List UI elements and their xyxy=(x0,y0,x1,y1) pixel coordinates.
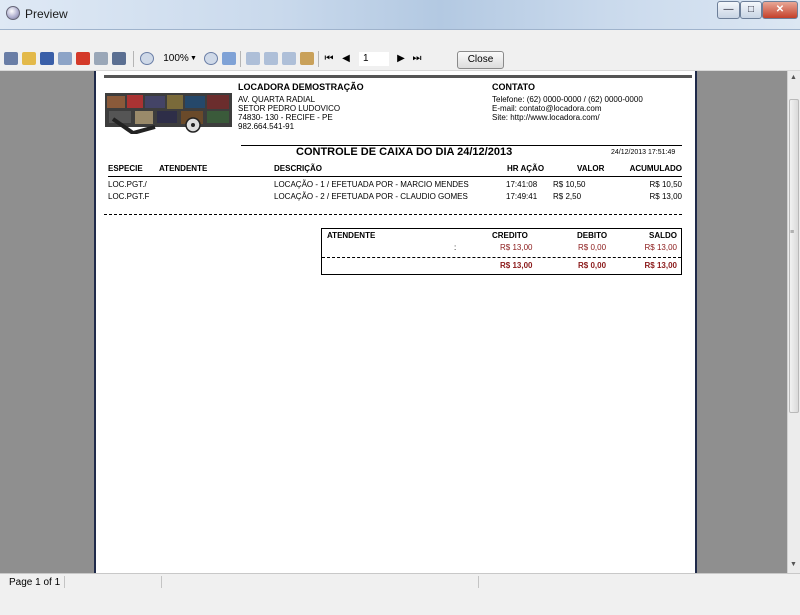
report-page: LOCADORA DEMOSTRAÇÃO AV. QUARTA RADIAL S… xyxy=(94,71,697,573)
window-title-bar: Preview — □ ✕ xyxy=(0,0,800,30)
summary-header: ATENDENTE CREDITO DEBITO SALDO xyxy=(322,229,681,241)
summary-col-saldo: SALDO xyxy=(649,231,677,240)
open-folder-icon[interactable] xyxy=(22,52,36,65)
scroll-grip-icon: ≡ xyxy=(790,229,795,236)
company-info: LOCADORA DEMOSTRAÇÃO AV. QUARTA RADIAL S… xyxy=(238,82,364,132)
col-especie: ESPECIE xyxy=(108,164,143,173)
scroll-down-icon[interactable]: ▼ xyxy=(790,561,797,568)
toolbar: 100% ▼ ⏮ ◀ 1 ▶ ⏭ Close xyxy=(0,30,800,71)
col-descricao: DESCRIÇÃO xyxy=(274,164,323,173)
window-title: Preview xyxy=(25,7,68,21)
company-address-line: SETOR PEDRO LUDOVICO xyxy=(238,104,341,113)
summary-debito: R$ 0,00 xyxy=(578,243,607,252)
summary-total-row: R$ 13,00 R$ 0,00 R$ 13,00 xyxy=(322,261,681,273)
zoom-in-icon[interactable] xyxy=(140,52,154,65)
zoom-out-icon[interactable] xyxy=(204,52,218,65)
cell-valor: R$ 2,50 xyxy=(553,192,582,201)
table-header: ESPECIE ATENDENTE DESCRIÇÃO HR AÇÃO VALO… xyxy=(108,164,682,176)
summary-saldo: R$ 13,00 xyxy=(644,243,677,252)
cell-descricao: LOCAÇÃO - 1 / EFETUADA POR - MARCIO MEND… xyxy=(274,180,469,189)
summary-total-rule xyxy=(322,257,681,258)
col-atendente: ATENDENTE xyxy=(159,164,208,173)
summary-col-credito: CREDITO xyxy=(492,231,528,240)
header-rule xyxy=(104,75,692,78)
close-preview-button[interactable]: Close xyxy=(457,51,504,69)
summary-atendente: : xyxy=(454,243,457,252)
single-page-icon[interactable] xyxy=(246,52,260,65)
first-page-icon[interactable]: ⏮ xyxy=(324,51,334,66)
contact-title: CONTATO xyxy=(492,82,535,92)
save-icon[interactable] xyxy=(40,52,54,65)
summary-col-debito: DEBITO xyxy=(577,231,608,240)
toolbar-separator xyxy=(240,51,241,67)
page-number-input[interactable]: 1 xyxy=(359,52,389,66)
detail-end-rule xyxy=(104,214,682,215)
company-logo xyxy=(105,93,232,134)
chevron-down-icon[interactable]: ▼ xyxy=(190,51,197,66)
contact-phone: Telefone: (62) 0000-0000 / (62) 0000-000… xyxy=(492,95,643,104)
cell-hr-acao: 17:41:08 xyxy=(506,180,538,189)
col-acumulado: ACUMULADO xyxy=(629,164,682,173)
col-valor: VALOR xyxy=(577,164,605,173)
summary-credito: R$ 13,00 xyxy=(500,243,533,252)
header-underline xyxy=(108,176,682,177)
summary-row: : R$ 13,00 R$ 0,00 R$ 13,00 xyxy=(322,243,681,255)
col-hr-acao: HR AÇÃO xyxy=(507,164,545,173)
cell-especie: LOC.PGT./ xyxy=(108,180,147,189)
table-row: LOC.PGT.F LOCAÇÃO - 2 / EFETUADA POR - C… xyxy=(108,192,682,204)
multiple-pages-icon[interactable] xyxy=(282,52,296,65)
export-pdf-icon[interactable] xyxy=(76,52,90,65)
table-row: LOC.PGT./ LOCAÇÃO - 1 / EFETUADA POR - M… xyxy=(108,180,682,192)
cell-acumulado: R$ 10,50 xyxy=(649,180,682,189)
page-count-label: Page 1 of 1 xyxy=(9,577,61,588)
window-close-button[interactable]: ✕ xyxy=(762,1,798,19)
toolbar-separator xyxy=(133,51,134,67)
company-address-line: 74830- 130 - RECIFE - PE xyxy=(238,113,333,122)
next-page-icon[interactable]: ▶ xyxy=(396,51,406,66)
company-document: 982.664.541-91 xyxy=(238,122,295,131)
total-debito: R$ 0,00 xyxy=(578,261,607,270)
scroll-up-icon[interactable]: ▲ xyxy=(790,74,797,81)
cell-valor: R$ 10,50 xyxy=(553,180,586,189)
print-icon[interactable] xyxy=(4,52,18,65)
contact-email: E-mail: contato@locadora.com xyxy=(492,104,602,113)
report-title: CONTROLE DE CAIXA DO DIA 24/12/2013 xyxy=(296,146,513,158)
two-pages-icon[interactable] xyxy=(264,52,278,65)
previous-page-icon[interactable]: ◀ xyxy=(341,51,351,66)
edit-icon[interactable] xyxy=(300,52,314,65)
maximize-button[interactable]: □ xyxy=(740,1,762,19)
report-printed-at: 24/12/2013 17:51:49 xyxy=(611,149,676,156)
company-address-line: AV. QUARTA RADIAL xyxy=(238,95,316,104)
company-name: LOCADORA DEMOSTRAÇÃO xyxy=(238,82,364,92)
vertical-scrollbar[interactable]: ▲ ≡ ▼ xyxy=(787,71,800,573)
status-separator xyxy=(64,576,65,588)
total-saldo: R$ 13,00 xyxy=(644,261,677,270)
contact-site: Site: http://www.locadora.com/ xyxy=(492,113,600,122)
scroll-thumb[interactable] xyxy=(789,99,799,413)
cell-hr-acao: 17:49:41 xyxy=(506,192,538,201)
summary-col-atendente: ATENDENTE xyxy=(327,231,376,240)
copy-icon[interactable] xyxy=(94,52,108,65)
total-credito: R$ 13,00 xyxy=(500,261,533,270)
cell-descricao: LOCAÇÃO - 2 / EFETUADA POR - CLAUDIO GOM… xyxy=(274,192,468,201)
summary-table: ATENDENTE CREDITO DEBITO SALDO : R$ 13,0… xyxy=(321,228,682,275)
cell-especie: LOC.PGT.F xyxy=(108,192,150,201)
zoom-select[interactable]: 100% xyxy=(162,51,190,66)
toolbar-separator xyxy=(318,51,319,67)
page-width-icon[interactable] xyxy=(222,52,236,65)
cell-acumulado: R$ 13,00 xyxy=(649,192,682,201)
status-separator xyxy=(161,576,162,588)
status-bar: Page 1 of 1 xyxy=(0,573,800,615)
contact-info: CONTATO Telefone: (62) 0000-0000 / (62) … xyxy=(492,82,643,123)
status-separator xyxy=(478,576,479,588)
page-setup-icon[interactable] xyxy=(58,52,72,65)
app-icon xyxy=(6,6,20,20)
find-icon[interactable] xyxy=(112,52,126,65)
minimize-button[interactable]: — xyxy=(717,1,740,19)
last-page-icon[interactable]: ⏭ xyxy=(412,51,422,66)
